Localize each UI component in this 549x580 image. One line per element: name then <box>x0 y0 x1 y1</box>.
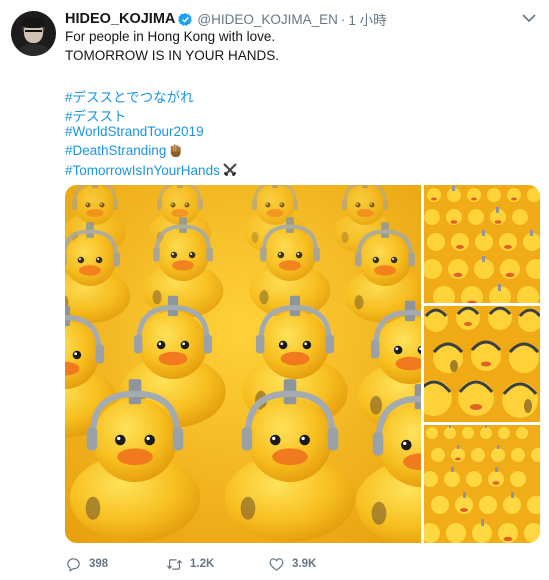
tweet-text-line-2: TOMORROW IS IN YOUR HANDS. <box>65 48 280 63</box>
user-handle[interactable]: @HIDEO_KOJIMA_EN <box>197 12 337 27</box>
hashtag-link[interactable]: #TomorrowIsInYourHands <box>65 163 220 178</box>
tweet-actions: 398 1.2K 3.9K <box>65 555 342 573</box>
hashtag-row: #TomorrowIsInYourHands <box>65 162 238 178</box>
hashtag-link[interactable]: #デススとでつながれ <box>65 86 194 106</box>
like-button[interactable]: 3.9K <box>268 556 316 573</box>
retweet-icon <box>166 558 183 570</box>
duck-rows-image <box>424 425 540 543</box>
retweet-button[interactable]: 1.2K <box>166 556 224 573</box>
hashtag-row: #DeathStranding <box>65 143 183 158</box>
verified-badge-icon <box>178 12 193 26</box>
reply-count: 398 <box>89 558 109 570</box>
crossed-swords-emoji-icon <box>223 163 237 177</box>
retweet-count: 1.2K <box>190 558 215 570</box>
hashtag-link[interactable]: #DeathStranding <box>65 143 166 158</box>
reply-icon <box>67 557 80 571</box>
photo-2[interactable] <box>424 185 540 303</box>
chevron-down-icon[interactable] <box>521 12 537 24</box>
tweet-header: HIDEO_KOJIMA @HIDEO_KOJIMA_EN · 1 小時 <box>65 10 387 28</box>
hashtag-link[interactable]: #WorldStrandTour2019 <box>65 124 204 139</box>
reply-button[interactable]: 398 <box>65 556 120 573</box>
hashtag-link[interactable]: #デススト <box>65 105 127 125</box>
tweet-timestamp[interactable]: 1 小時 <box>348 9 386 29</box>
hand-emoji-icon <box>171 144 181 158</box>
like-count: 3.9K <box>292 558 317 570</box>
avatar[interactable] <box>11 11 56 56</box>
tweet: HIDEO_KOJIMA @HIDEO_KOJIMA_EN · 1 小時 For… <box>0 0 549 580</box>
photo-3[interactable] <box>424 306 540 422</box>
like-icon <box>269 557 284 571</box>
display-name[interactable]: HIDEO_KOJIMA <box>65 11 175 27</box>
media-grid <box>65 185 540 543</box>
duck-headphones-image <box>424 306 540 422</box>
photo-main[interactable] <box>65 185 421 543</box>
separator-dot: · <box>340 11 346 27</box>
duck-photo-image <box>65 185 421 543</box>
tweet-text-line-1: For people in Hong Kong with love. <box>65 29 276 44</box>
duck-grid-image <box>424 185 540 303</box>
photo-4[interactable] <box>424 425 540 543</box>
